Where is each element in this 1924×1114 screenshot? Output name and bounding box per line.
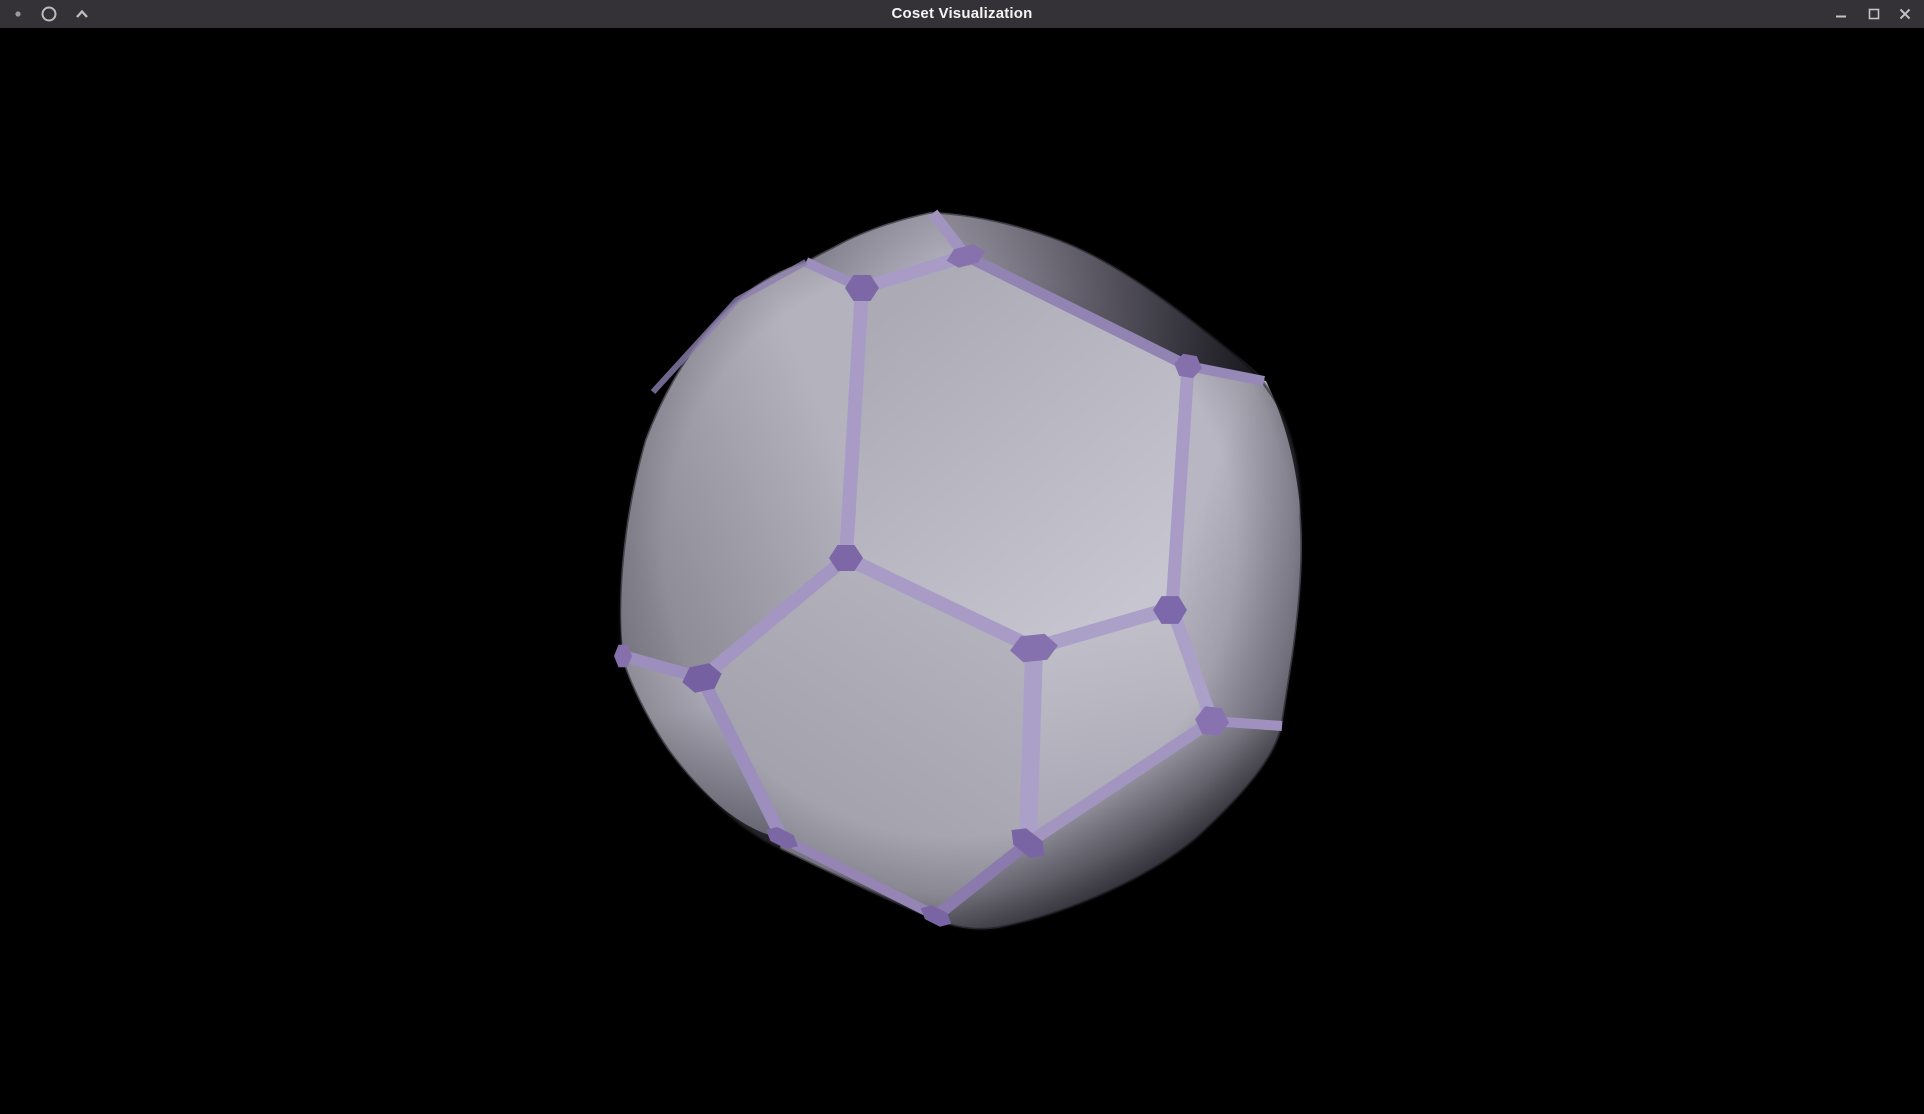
maximize-button[interactable] [1860, 0, 1888, 28]
maximize-icon [1866, 6, 1882, 22]
minimize-icon [1833, 6, 1849, 22]
dot-icon [4, 0, 32, 28]
close-button[interactable] [1891, 0, 1919, 28]
3d-viewport[interactable] [0, 0, 1924, 1114]
minimize-button[interactable] [1827, 0, 1855, 28]
close-icon [1897, 6, 1913, 22]
window-title: Coset Visualization [0, 0, 1924, 28]
chevron-up-button[interactable] [68, 0, 96, 28]
titlebar: Coset Visualization [0, 0, 1924, 28]
app-window: Coset Visualization [0, 0, 1924, 1114]
circle-button[interactable] [35, 0, 63, 28]
chevron-up-icon [74, 7, 90, 21]
edge-e-i [1028, 648, 1034, 843]
circle-outline-icon [40, 5, 58, 23]
